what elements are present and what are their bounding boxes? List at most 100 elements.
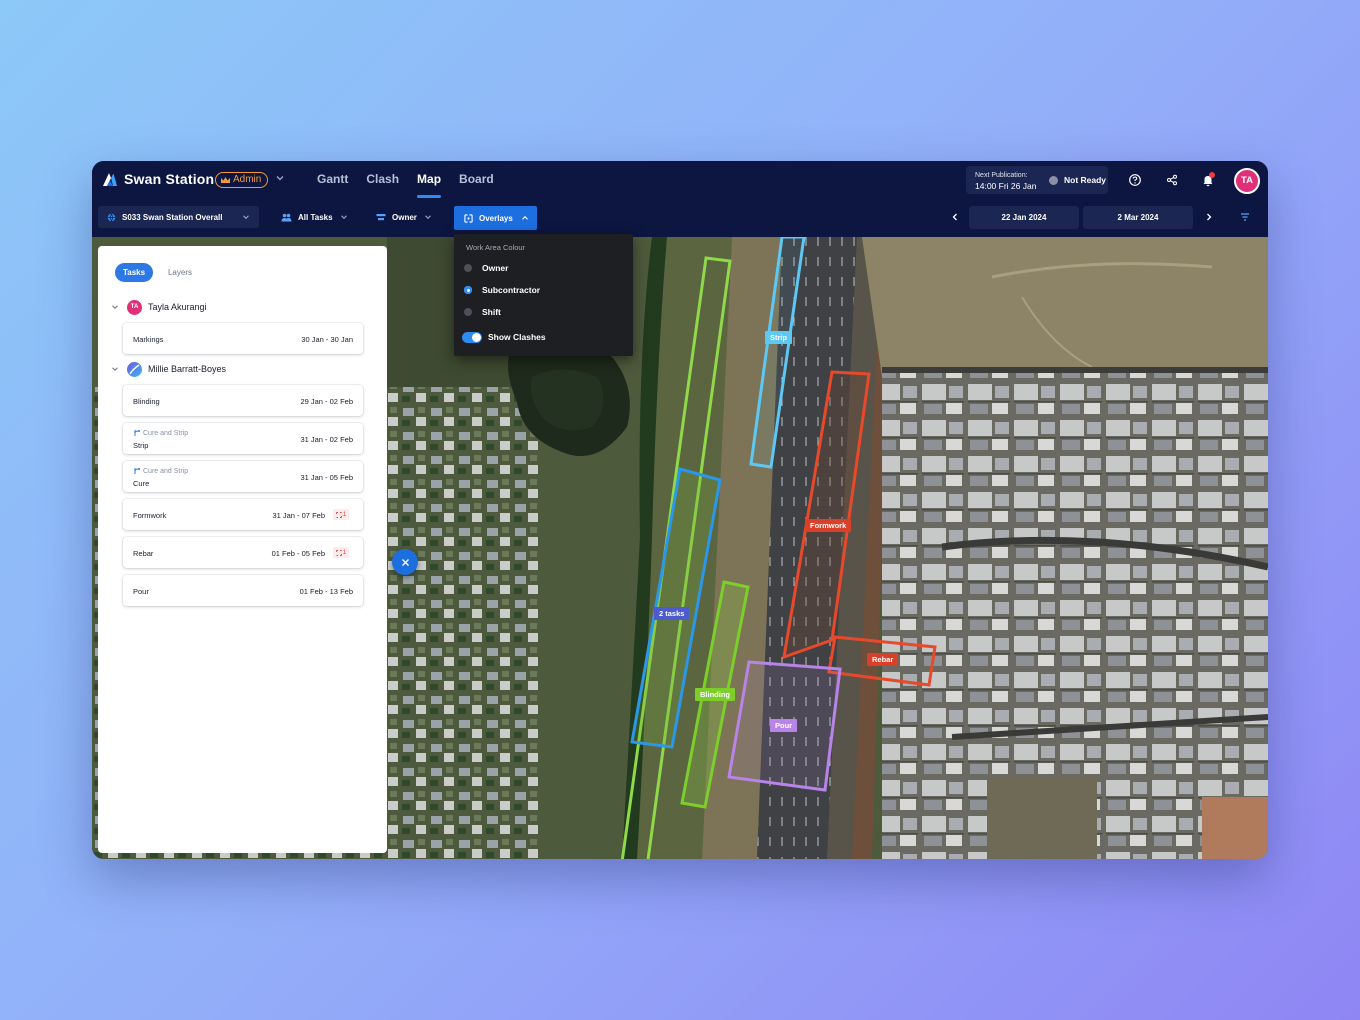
clash-count: 1 [342, 511, 347, 518]
map-label-rebar[interactable]: Rebar [867, 653, 899, 666]
person-avatar-image [127, 361, 142, 377]
map-label-pour[interactable]: Pour [770, 719, 798, 732]
task-name: Formwork [133, 511, 167, 520]
task-card[interactable]: Blinding 29 Jan - 02 Feb [123, 385, 363, 416]
person-name: Millie Barratt-Boyes [148, 364, 227, 374]
colour-option-owner[interactable]: Owner [464, 260, 508, 276]
map-label-strip[interactable]: Strip [765, 331, 793, 344]
chevron-down-icon [112, 305, 118, 310]
project-name: S033 Swan Station Overall [122, 212, 223, 222]
map-label-formwork[interactable]: Formwork [805, 519, 852, 532]
person-group-header[interactable]: TA Tayla Akurangi [110, 298, 207, 316]
task-name: Markings [133, 335, 164, 344]
tab-clash[interactable]: Clash [366, 161, 399, 199]
task-name: Rebar [133, 549, 154, 558]
task-card[interactable]: Cure and Strip Cure 31 Jan - 05 Feb [123, 461, 363, 492]
task-card[interactable]: Formwork 31 Jan - 07 Feb 1 [123, 499, 363, 530]
filter-icon[interactable] [1240, 212, 1250, 222]
admin-badge-label: Admin [233, 174, 262, 185]
task-dates: 31 Jan - 07 Feb [272, 511, 325, 520]
chevron-down-icon [112, 367, 118, 372]
app-title: Swan Station [124, 171, 215, 187]
app-window: Swan Station Admin Gantt Clash Map Board… [92, 161, 1268, 859]
task-dates: 01 Feb - 05 Feb [271, 549, 325, 558]
publication-ready-status: Not Ready [1064, 175, 1107, 185]
chevron-left-icon[interactable] [950, 212, 960, 222]
task-dates: 31 Jan - 02 Feb [300, 435, 353, 444]
task-card[interactable]: Pour 01 Feb - 13 Feb [123, 575, 363, 606]
colour-option-label: Subcontractor [482, 285, 541, 295]
admin-badge: Admin [215, 172, 269, 188]
map-label-blinding[interactable]: Blinding [695, 688, 735, 701]
tab-map[interactable]: Map [417, 161, 442, 199]
tasks-filter-label: All Tasks [298, 212, 333, 222]
top-bar: Swan Station Admin Gantt Clash Map Board… [92, 161, 1268, 199]
main-nav: Gantt Clash Map Board [317, 161, 494, 199]
help-icon[interactable] [1128, 173, 1142, 187]
overlays-button[interactable]: Overlays [454, 206, 537, 230]
publication-status[interactable]: Next Publication: 14:00 Fri 26 Jan Not R… [966, 166, 1108, 194]
share-icon[interactable] [1165, 173, 1179, 187]
toggle-switch[interactable] [462, 331, 482, 343]
app-logo-icon [103, 173, 117, 186]
person-name: Tayla Akurangi [148, 302, 207, 312]
radio-selected-icon [464, 286, 472, 294]
colour-option-label: Shift [482, 307, 501, 317]
task-parent-name: Cure and Strip [143, 467, 189, 475]
task-dates: 01 Feb - 13 Feb [299, 587, 353, 596]
overlays-menu-heading: Work Area Colour [466, 243, 526, 252]
chevron-down-icon [424, 215, 431, 220]
date-range-end[interactable]: 2 Mar 2024 [1083, 206, 1193, 229]
publication-label: Next Publication: [975, 172, 1028, 179]
task-card[interactable]: Rebar 01 Feb - 05 Feb 1 [123, 537, 363, 568]
task-parent: Cure and Strip [133, 467, 188, 475]
show-clashes-toggle[interactable]: Show Clashes [462, 329, 546, 345]
map-view[interactable]: Strip Formwork 2 tasks Rebar Blinding Po… [92, 237, 1268, 859]
date-range-start[interactable]: 22 Jan 2024 [969, 206, 1079, 229]
notification-dot [1209, 172, 1215, 178]
clash-badge[interactable]: 1 [333, 509, 349, 520]
project-selector[interactable]: S033 Swan Station Overall [98, 206, 259, 228]
person-group-header[interactable]: Millie Barratt-Boyes [110, 360, 226, 378]
chevron-down-icon [340, 215, 347, 220]
notifications-button[interactable] [1201, 172, 1215, 187]
task-dates: 29 Jan - 02 Feb [300, 397, 353, 406]
task-card[interactable]: Cure and Strip Strip 31 Jan - 02 Feb [123, 423, 363, 454]
map-label-two-tasks[interactable]: 2 tasks [654, 607, 690, 620]
task-name: Blinding [133, 397, 160, 406]
chevron-up-icon [521, 215, 528, 220]
task-parent: Cure and Strip [133, 429, 188, 437]
group-filter[interactable]: Owner [376, 206, 433, 228]
overlays-menu: Work Area Colour Owner Subcontractor Shi… [454, 234, 633, 356]
tab-gantt[interactable]: Gantt [317, 161, 348, 199]
group-filter-label: Owner [392, 212, 417, 222]
panel-tab-layers[interactable]: Layers [160, 263, 200, 282]
colour-option-shift[interactable]: Shift [464, 304, 501, 320]
clash-icon [335, 549, 342, 556]
globe-icon [107, 213, 116, 222]
task-name: Pour [133, 587, 149, 596]
task-card[interactable]: Markings 30 Jan - 30 Jan [123, 323, 363, 354]
tasks-filter[interactable]: All Tasks [281, 206, 349, 228]
crown-icon [221, 176, 230, 183]
tab-board[interactable]: Board [459, 161, 494, 199]
status-dot-icon [1049, 176, 1058, 185]
group-icon [376, 213, 386, 220]
chevron-down-icon[interactable] [274, 172, 286, 184]
chevron-right-icon[interactable] [1204, 212, 1214, 222]
branch-icon [134, 468, 140, 474]
overlays-label: Overlays [479, 213, 513, 223]
overlays-icon [464, 213, 473, 223]
branch-icon [134, 430, 140, 436]
radio-icon [464, 264, 472, 272]
show-clashes-label: Show Clashes [488, 332, 546, 342]
filter-bar: S033 Swan Station Overall All Tasks Owne… [92, 199, 1268, 237]
user-avatar[interactable]: TA [1234, 168, 1260, 194]
radio-icon [464, 308, 472, 316]
close-panel-button[interactable] [392, 549, 418, 575]
task-name: Strip [133, 441, 149, 450]
clash-badge[interactable]: 1 [333, 547, 349, 558]
colour-option-subcontractor[interactable]: Subcontractor [464, 282, 540, 298]
panel-tab-tasks[interactable]: Tasks [115, 263, 153, 282]
colour-option-label: Owner [482, 263, 509, 273]
